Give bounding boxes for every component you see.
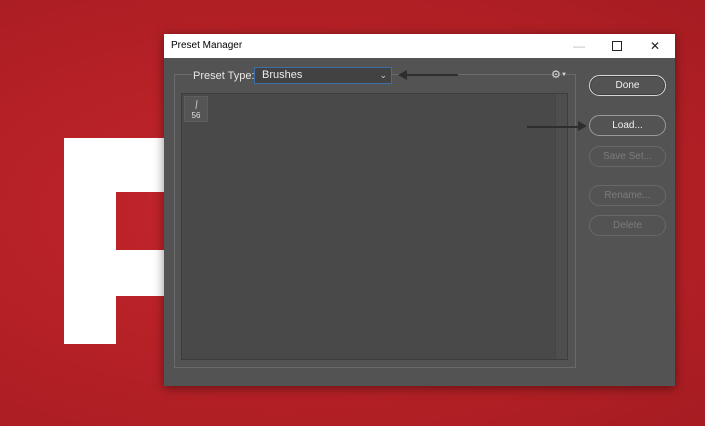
scrollbar[interactable] — [555, 94, 567, 359]
annotation-arrow-line — [406, 74, 458, 76]
annotation-arrow-left-icon — [398, 70, 407, 80]
gear-icon[interactable]: ⚙ — [551, 68, 561, 81]
preset-manager-dialog: Preset Manager — ✕ Preset Type: Brushes … — [164, 34, 675, 386]
preset-type-value: Brushes — [262, 69, 303, 81]
chevron-down-icon: ⌄ — [379, 70, 387, 80]
rename-button[interactable]: Rename... — [589, 185, 666, 206]
window-title: Preset Manager — [171, 40, 243, 51]
delete-button[interactable]: Delete — [589, 215, 666, 236]
close-icon[interactable]: ✕ — [640, 34, 670, 58]
annotation-arrow-line — [527, 126, 579, 128]
save-set-button[interactable]: Save Set... — [589, 146, 666, 167]
preset-type-label: Preset Type: — [192, 70, 256, 82]
load-button[interactable]: Load... — [589, 115, 666, 136]
annotation-arrow-right-icon — [578, 121, 587, 131]
minimize-icon[interactable]: — — [564, 34, 594, 58]
preset-list-panel[interactable]: 56 — [181, 93, 568, 360]
caret-down-icon[interactable]: ▼ — [561, 72, 567, 78]
brush-size-label: 56 — [191, 111, 201, 120]
brush-preset-thumbnail[interactable]: 56 — [184, 96, 208, 122]
preset-type-select[interactable]: Brushes ⌄ — [254, 67, 392, 84]
brush-tip-icon — [195, 99, 198, 110]
maximize-icon[interactable] — [602, 34, 632, 58]
done-button[interactable]: Done — [589, 75, 666, 96]
title-bar[interactable]: Preset Manager — ✕ — [164, 34, 675, 58]
background-letter-graphic — [64, 138, 174, 344]
